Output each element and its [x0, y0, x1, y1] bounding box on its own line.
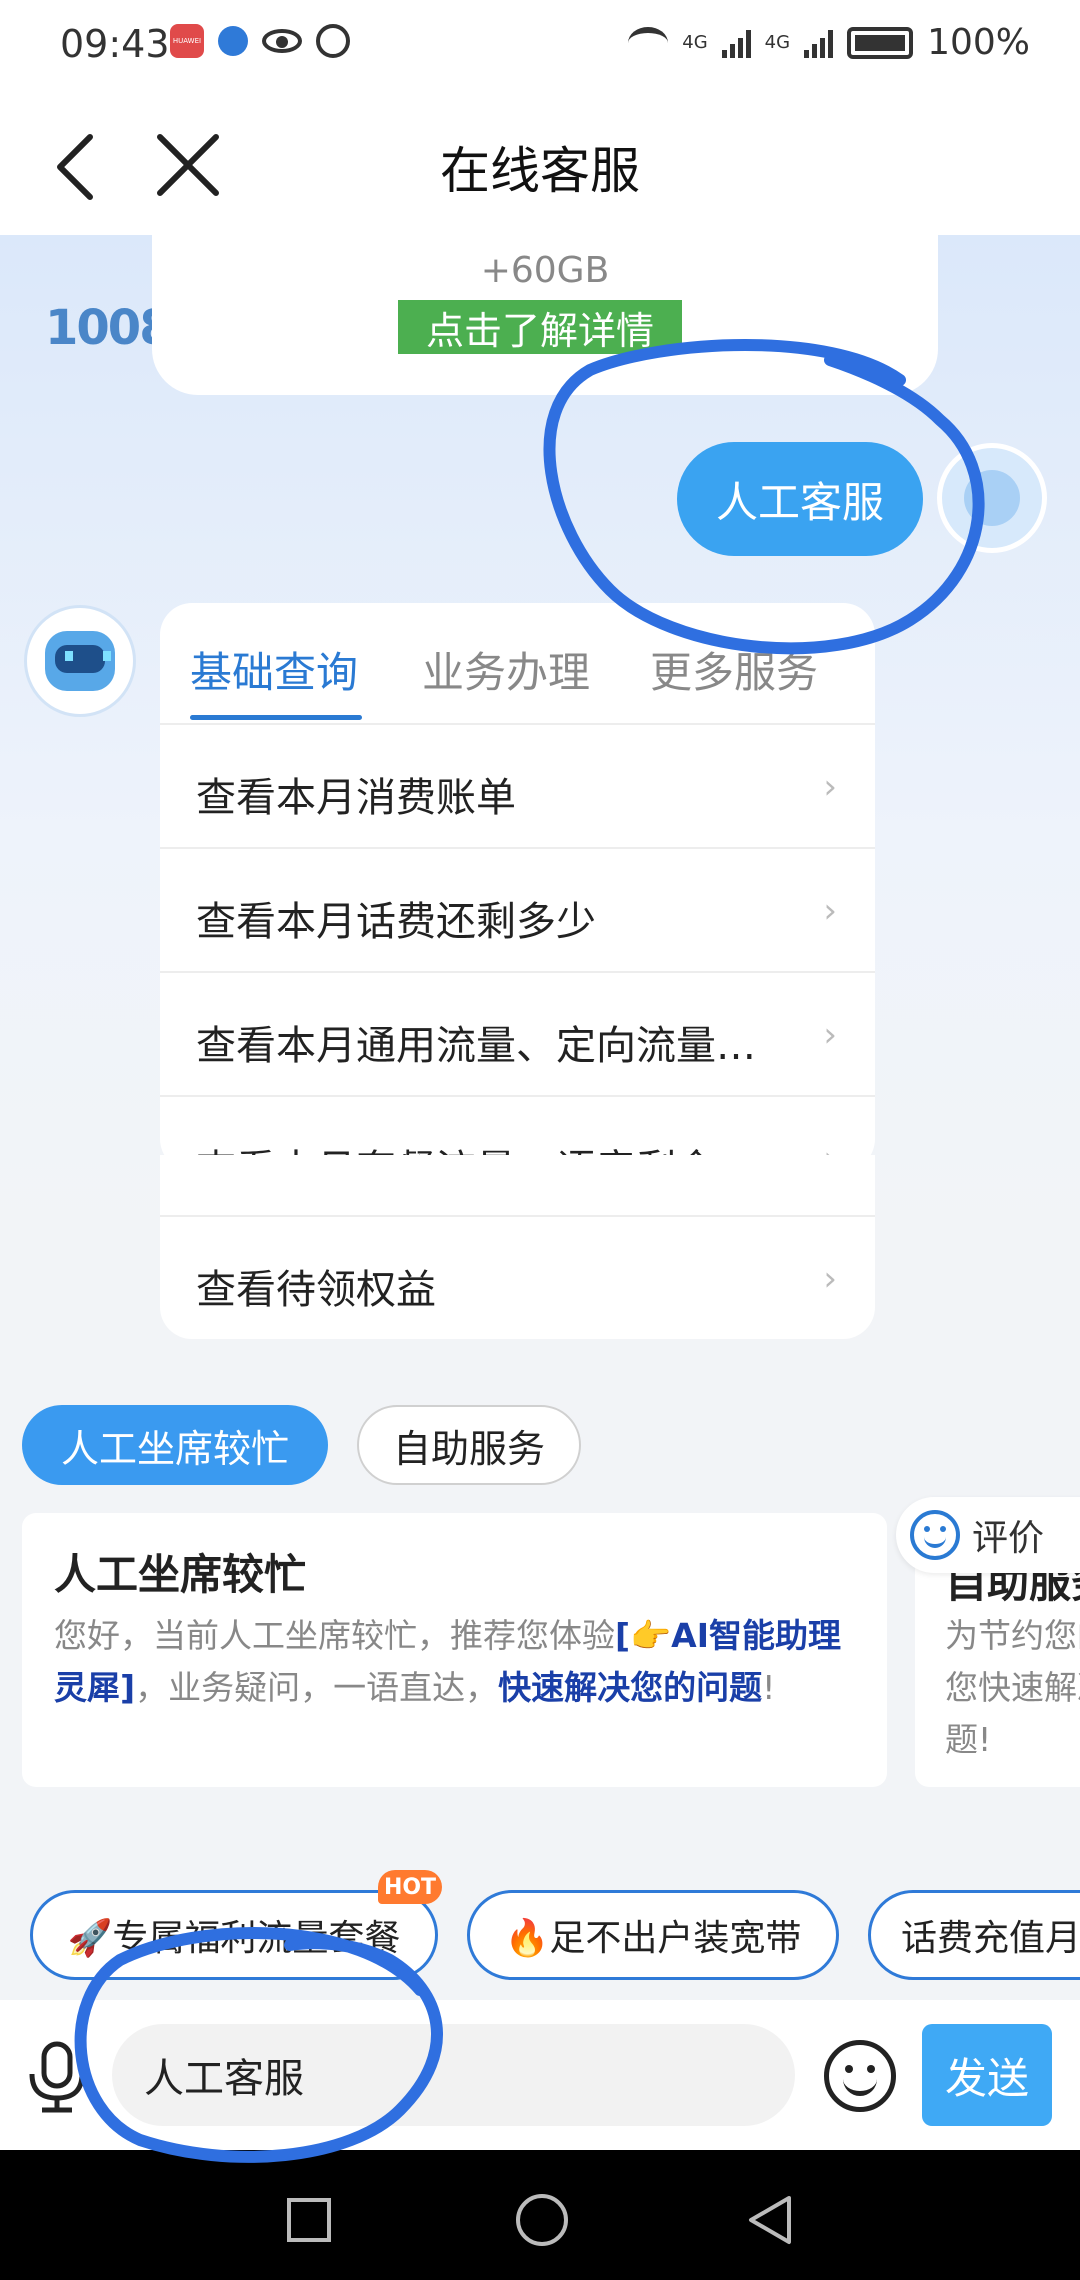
tab-more-services[interactable]: 更多服务 [650, 639, 818, 700]
user-message-bubble: 人工客服 [677, 442, 923, 556]
menu-tabs: 基础查询 业务办理 更多服务 [160, 603, 875, 723]
home-button[interactable] [516, 2194, 568, 2246]
notice-text: 您好，当前人工坐席较忙，推荐您体验 [54, 1616, 615, 1655]
service-menu-card: 基础查询 业务办理 更多服务 查看本月消费账单 › 查看本月话费还剩多少 › 查… [160, 603, 875, 1171]
menu-item[interactable]: 查看本月话费还剩多少 › [160, 847, 875, 971]
send-button[interactable]: 发送 [922, 2024, 1052, 2126]
huawei-app-icon: HUAWEI [170, 24, 204, 58]
browser-icon [218, 26, 248, 56]
page-title: 在线客服 [440, 142, 640, 200]
promo-subtext: +60GB [480, 250, 610, 291]
signal-icon-2 [804, 28, 834, 58]
microphone-icon [29, 2041, 85, 2113]
bot-avatar [24, 605, 136, 717]
notice-title: 人工坐席较忙 [54, 1550, 307, 1599]
battery-percent: 100% [927, 22, 1030, 63]
menu-item[interactable]: 查看本月通用流量、定向流量… › [160, 971, 875, 1095]
voice-button[interactable] [22, 2040, 92, 2114]
user-avatar [937, 443, 1047, 553]
tab-basic-query[interactable]: 基础查询 [190, 639, 358, 700]
menu-item-label: 查看本月消费账单 [196, 775, 516, 821]
emoji-button[interactable] [824, 2040, 896, 2112]
status-bar: 09:43 HUAWEI 4G 4G 100% [0, 0, 1080, 95]
menu-card-filler [160, 1155, 875, 1235]
alarm-icon [316, 24, 350, 58]
quick-action-chip[interactable]: 话费充值月 [868, 1890, 1080, 1980]
menu-item[interactable]: 查看本月消费账单 › [160, 723, 875, 847]
network-type-1: 4G [682, 32, 708, 53]
eye-icon [262, 29, 302, 53]
hot-badge: HOT [378, 1870, 442, 1904]
chevron-right-icon: › [823, 1015, 837, 1055]
promo-details-link[interactable]: 点击了解详情 [398, 300, 682, 354]
status-icons-right: 4G 4G 100% [628, 22, 1030, 63]
menu-item-label: 查看本月话费还剩多少 [196, 899, 596, 945]
input-bar: 发送 [0, 2000, 1080, 2150]
chevron-right-icon: › [823, 1259, 837, 1299]
tab-business[interactable]: 业务办理 [422, 639, 590, 700]
divider [160, 1215, 875, 1217]
recents-button[interactable] [287, 2198, 331, 2242]
rate-button[interactable]: 评价 [896, 1497, 1080, 1573]
notice-highlight: 快速解决您的问题 [498, 1668, 763, 1707]
status-time: 09:43 [60, 22, 170, 66]
network-type-2: 4G [764, 32, 791, 53]
rate-label: 评价 [972, 1518, 1045, 1559]
menu-item-label: 查看待领权益 [196, 1267, 436, 1313]
busy-agent-chip[interactable]: 人工坐席较忙 [22, 1405, 328, 1485]
notice-text: ! [762, 1668, 776, 1707]
system-nav-bar [0, 2150, 1080, 2280]
notice-text: ，业务疑问，一语直达， [135, 1668, 499, 1707]
signal-icon [721, 28, 751, 58]
chevron-right-icon: › [823, 767, 837, 807]
notice-card: 人工坐席较忙 您好，当前人工坐席较忙，推荐您体验[👉AI智能助理灵犀]，业务疑问… [22, 1513, 887, 1787]
chat-area[interactable]: 10086 +60GB 点击了解详情 人工客服 基础查询 业务办理 更多服务 查… [0, 235, 1080, 2000]
header: 在线客服 [0, 95, 1080, 235]
notice-body: 您好，当前人工坐席较忙，推荐您体验[👉AI智能助理灵犀]，业务疑问，一语直达，快… [54, 1610, 864, 1714]
self-service-chip[interactable]: 自助服务 [357, 1405, 581, 1485]
message-input[interactable] [112, 2024, 795, 2126]
smile-icon [910, 1510, 960, 1560]
promo-card: +60GB 点击了解详情 [152, 235, 938, 395]
battery-icon [847, 26, 914, 59]
quick-actions-row: 🚀专属福利流量套餐 HOT 🔥足不出户装宽带 话费充值月 [0, 1870, 1080, 1980]
status-icons-left: HUAWEI [170, 24, 350, 58]
chevron-right-icon: › [823, 891, 837, 931]
self-service-body: 为节约您的时间，帮您快速解决您的问题! [945, 1616, 1080, 1759]
quick-action-chip[interactable]: 🔥足不出户装宽带 [467, 1890, 839, 1980]
quick-action-chip[interactable]: 🚀专属福利流量套餐 [30, 1890, 438, 1980]
back-nav-button[interactable] [745, 2194, 795, 2246]
wifi-icon [628, 26, 669, 59]
menu-item-label: 查看本月通用流量、定向流量… [196, 1023, 756, 1069]
tab-underline [190, 715, 362, 720]
robot-icon [45, 631, 115, 691]
